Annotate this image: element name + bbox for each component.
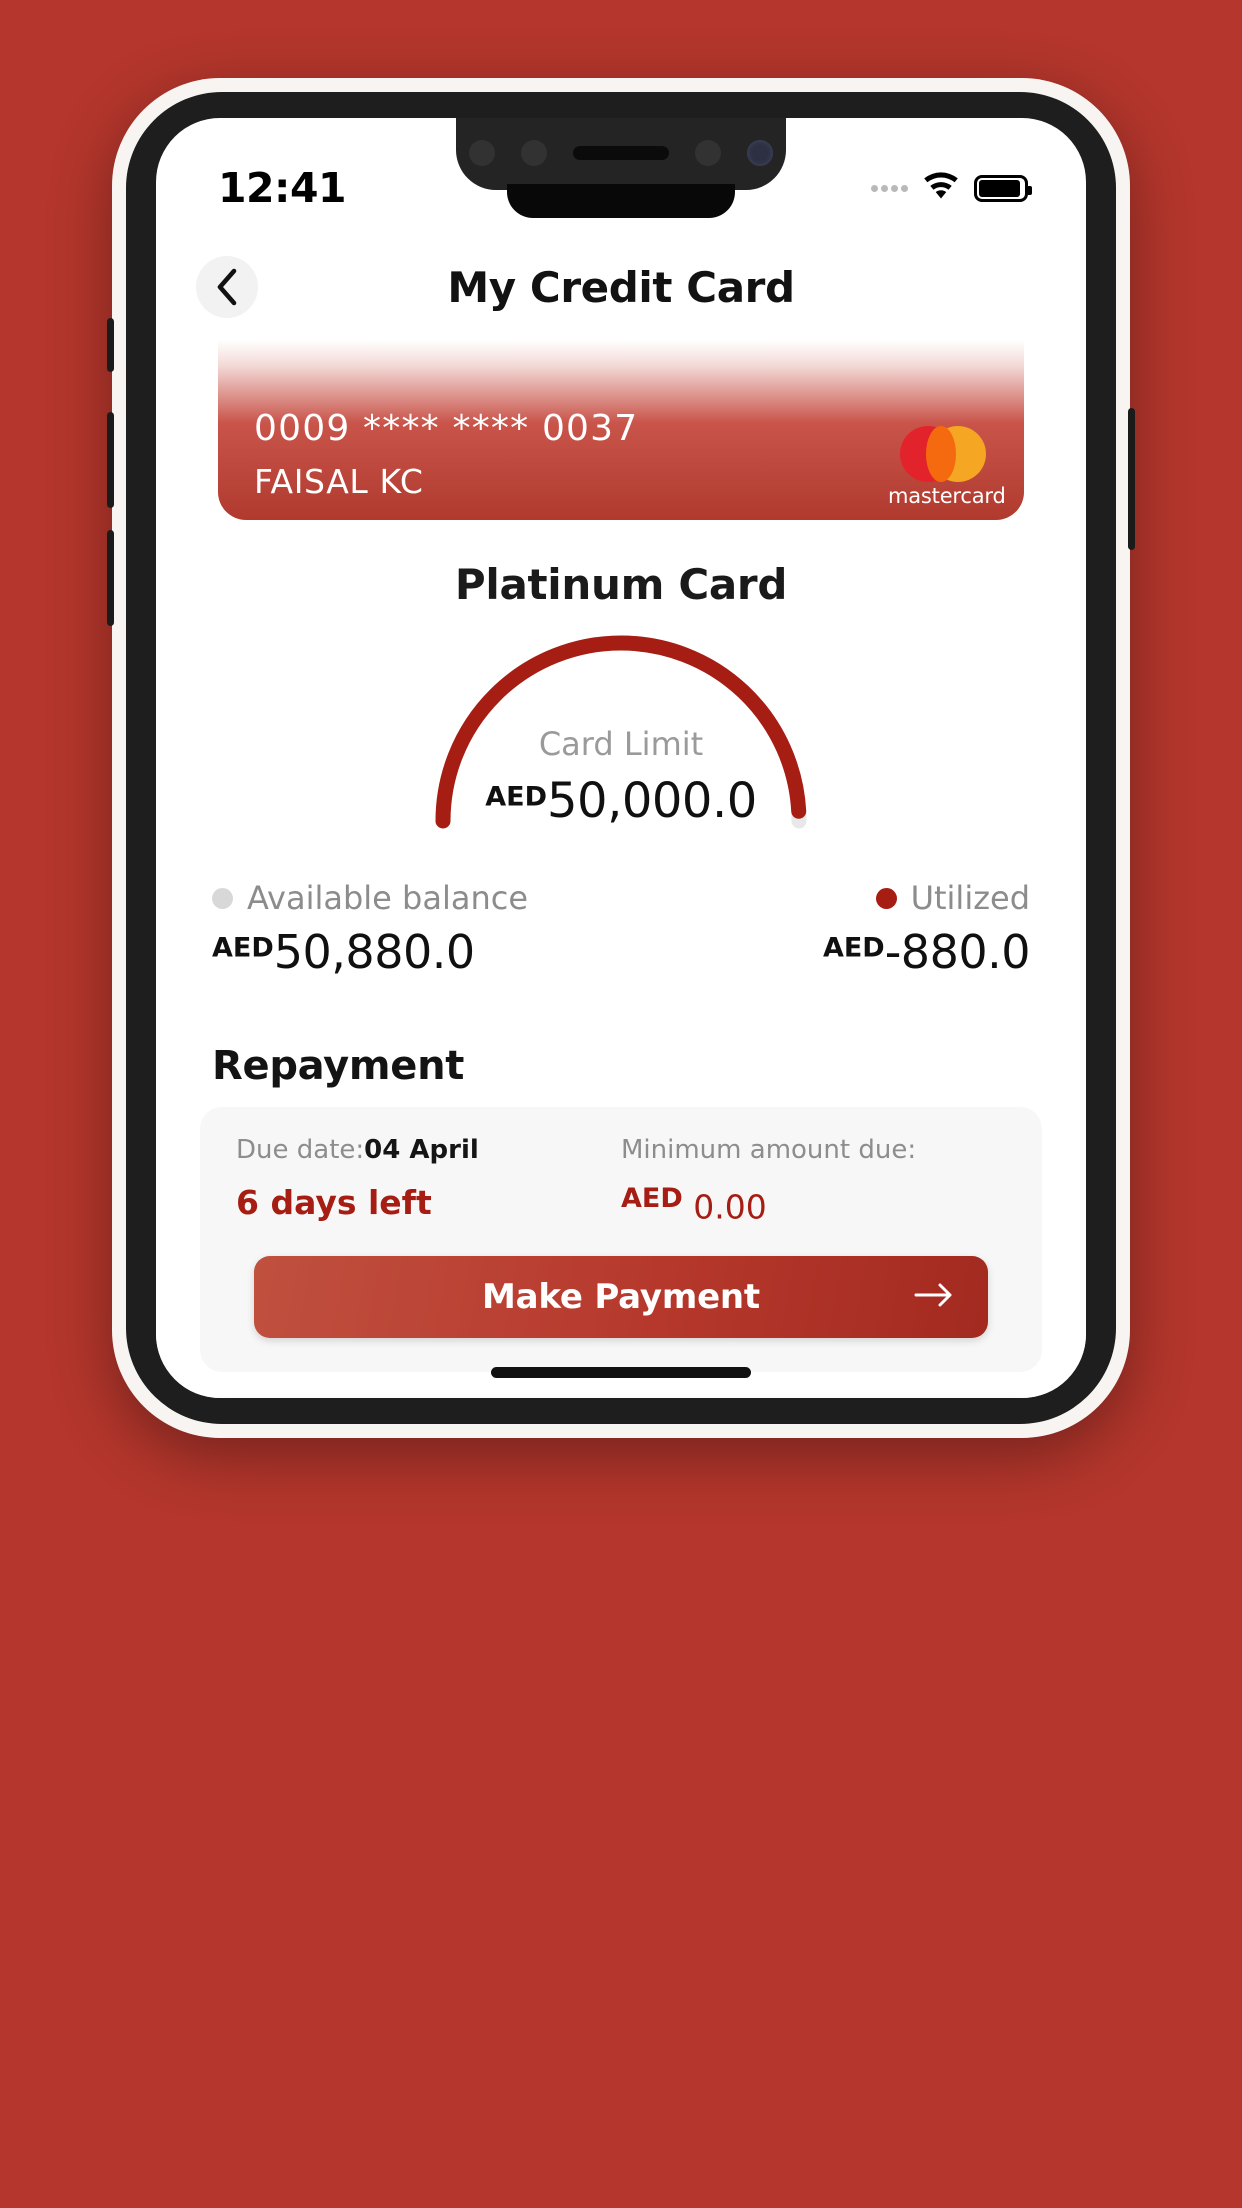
notch-sensor-icon xyxy=(469,140,495,166)
notch-speaker-icon xyxy=(573,146,669,160)
notch-light-sensor-icon xyxy=(695,140,721,166)
status-bar-time: 12:41 xyxy=(218,164,347,212)
due-date-block: Due date:04 April 6 days left xyxy=(236,1135,621,1226)
battery-full-icon xyxy=(974,174,1032,202)
balance-row: Available balance AED50,880.0 Utilized A… xyxy=(156,879,1086,979)
due-date-line: Due date:04 April xyxy=(236,1135,621,1165)
page-content: 0009 **** **** 0037 FAISAL KC mastercard… xyxy=(156,340,1086,1398)
phone-power-button[interactable] xyxy=(1128,408,1135,550)
plan-title: Platinum Card xyxy=(454,560,788,609)
gauge-amount: AED50,000.0 xyxy=(156,773,1086,829)
due-date-value: 04 April xyxy=(364,1135,479,1165)
available-balance-amount: AED50,880.0 xyxy=(212,925,621,979)
available-balance-currency: AED xyxy=(212,932,274,964)
notch-front-camera-icon xyxy=(747,140,773,166)
back-button[interactable] xyxy=(196,256,258,318)
mastercard-circles-icon xyxy=(888,426,998,482)
gauge-caption: Card Limit xyxy=(538,725,704,763)
phone-notch xyxy=(456,118,786,190)
days-left-text: 6 days left xyxy=(236,1183,432,1222)
home-indicator[interactable] xyxy=(491,1367,751,1378)
available-balance-header: Available balance xyxy=(212,879,621,917)
app-header: My Credit Card xyxy=(156,234,1086,340)
gauge-amount-value: 50,000.0 xyxy=(547,773,757,829)
phone-screen: 12:41 My Credit Card 0009 **** **** 0037… xyxy=(156,118,1086,1398)
utilized-balance-label: Utilized xyxy=(910,879,1030,917)
credit-card-section: 0009 **** **** 0037 FAISAL KC mastercard xyxy=(156,340,1086,520)
minimum-due-block: Minimum amount due: AED 0.00 xyxy=(621,1135,1006,1226)
card-limit-gauge: Card Limit AED50,000.0 xyxy=(156,621,1086,851)
utilized-balance-dot-icon xyxy=(875,887,897,909)
repayment-info-grid: Due date:04 April 6 days left Minimum am… xyxy=(236,1135,1006,1226)
available-balance-label: Available balance xyxy=(247,879,528,917)
repayment-card: Due date:04 April 6 days left Minimum am… xyxy=(200,1107,1042,1373)
available-balance-dot-icon xyxy=(212,887,233,909)
utilized-balance-header: Utilized xyxy=(621,879,1030,917)
minimum-due-value: 0.00 xyxy=(693,1187,767,1227)
utilized-balance-block: Utilized AED-880.0 xyxy=(621,879,1031,979)
phone-volume-up-button[interactable] xyxy=(107,412,114,508)
arrow-right-icon xyxy=(914,1282,954,1312)
status-bar-icons xyxy=(871,171,1032,205)
make-payment-label: Make Payment xyxy=(482,1277,760,1318)
utilized-balance-currency: AED xyxy=(822,932,885,964)
signal-dots-icon xyxy=(871,184,908,192)
phone-volume-down-button[interactable] xyxy=(107,530,114,626)
page-title: My Credit Card xyxy=(447,262,795,312)
notch-proximity-icon xyxy=(521,140,547,166)
phone-frame: 12:41 My Credit Card 0009 **** **** 0037… xyxy=(107,78,1135,1438)
chevron-left-icon xyxy=(215,268,239,306)
gauge-labels: Card Limit AED50,000.0 xyxy=(156,725,1086,829)
phone-silent-switch[interactable] xyxy=(107,318,114,372)
available-balance-block: Available balance AED50,880.0 xyxy=(212,879,621,979)
utilized-balance-value: -880.0 xyxy=(884,925,1031,979)
make-payment-button[interactable]: Make Payment xyxy=(254,1256,988,1339)
wifi-icon xyxy=(921,171,961,205)
utilized-balance-amount: AED-880.0 xyxy=(621,925,1031,979)
mastercard-logo: mastercard xyxy=(888,426,1006,508)
minimum-due-label: Minimum amount due: xyxy=(621,1135,917,1165)
card-holder-name: FAISAL KC xyxy=(254,462,424,501)
available-balance-value: 50,880.0 xyxy=(273,925,475,979)
due-date-label: Due date: xyxy=(236,1135,365,1165)
mastercard-wordmark: mastercard xyxy=(888,484,1006,508)
minimum-due-currency: AED xyxy=(621,1183,683,1214)
phone-notch-shadow xyxy=(507,184,735,218)
card-number: 0009 **** **** 0037 xyxy=(254,408,639,449)
repayment-section-title: Repayment xyxy=(212,1043,465,1089)
gauge-currency: AED xyxy=(485,781,547,813)
minimum-due-amount: AED 0.00 xyxy=(621,1183,1006,1226)
credit-card[interactable]: 0009 **** **** 0037 FAISAL KC mastercard xyxy=(218,340,1024,520)
